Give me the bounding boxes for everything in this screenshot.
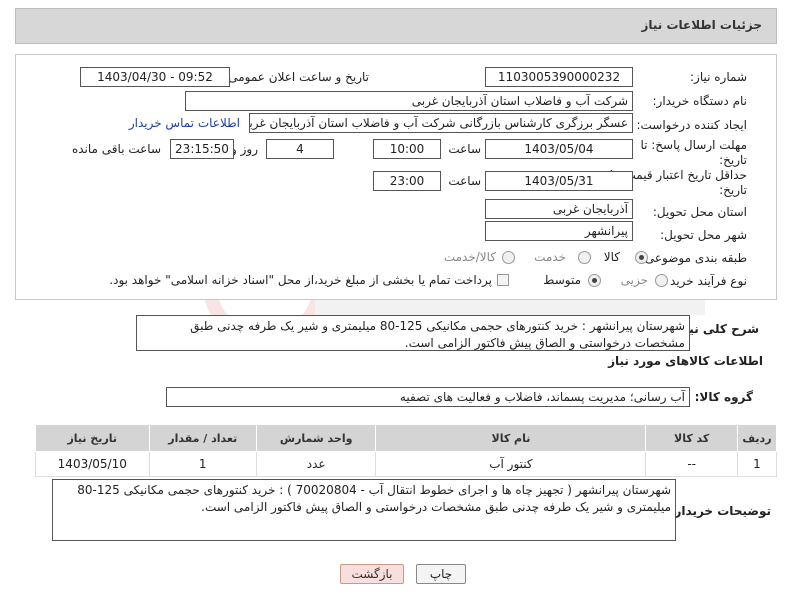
cell-item-name: کنتور آب bbox=[375, 451, 647, 477]
buyer-org-field: شرکت آب و فاضلاب استان آذربایجان غربی bbox=[185, 91, 633, 111]
creator-label: ایجاد کننده درخواست: bbox=[636, 118, 747, 132]
validity-time-field: 23:00 bbox=[373, 171, 441, 191]
buyer-notes-textarea: شهرستان پیرانشهر ( تجهیز چاه ها و اجرای … bbox=[52, 479, 676, 541]
category-radio-goods[interactable] bbox=[635, 251, 648, 264]
category-radio-service[interactable] bbox=[578, 251, 591, 264]
payment-treasury-checkbox[interactable] bbox=[497, 274, 509, 286]
col-header-quantity: تعداد / مقدار bbox=[148, 424, 257, 452]
goods-section-title: اطلاعات کالاهای مورد نیاز bbox=[608, 354, 763, 368]
cell-item-code: -- bbox=[645, 451, 738, 477]
cell-quantity: 1 bbox=[148, 451, 257, 477]
validity-time-label: ساعت bbox=[448, 174, 481, 188]
deadline-date-field: 1403/05/04 bbox=[485, 139, 633, 159]
remaining-time-label: ساعت باقی مانده bbox=[71, 142, 161, 156]
deadline-time-label: ساعت bbox=[448, 142, 481, 156]
page-title: جزئیات اطلاعات نیاز bbox=[641, 18, 762, 32]
validity-date-field: 1403/05/31 bbox=[485, 171, 633, 191]
col-header-unit: واحد شمارش bbox=[255, 424, 377, 452]
process-type-label: نوع فرآیند خرید : bbox=[662, 274, 747, 288]
category-radio-goods-service[interactable] bbox=[502, 251, 515, 264]
buyer-contact-link[interactable]: اطلاعات تماس خریدار bbox=[129, 116, 240, 130]
announce-datetime-field: 1403/04/30 - 09:52 bbox=[80, 67, 230, 87]
col-header-row-number: ردیف bbox=[736, 424, 778, 452]
province-label: استان محل تحویل: bbox=[652, 205, 747, 219]
buyer-notes-label: توضیحات خریدار: bbox=[669, 504, 771, 518]
province-field: آذربایجان غربی bbox=[485, 199, 633, 219]
page-header: جزئیات اطلاعات نیاز bbox=[15, 8, 777, 44]
city-field: پیرانشهر bbox=[485, 221, 633, 241]
col-header-item-name: نام کالا bbox=[375, 424, 647, 452]
back-button[interactable]: بازگشت bbox=[340, 564, 404, 584]
summary-textarea: شهرستان پیرانشهر : خرید کنتورهای حجمی مک… bbox=[136, 315, 690, 351]
col-header-item-code: کد کالا bbox=[645, 424, 738, 452]
announce-datetime-label: تاریخ و ساعت اعلان عمومی: bbox=[224, 70, 369, 84]
remaining-time-field: 23:15:50 bbox=[170, 139, 234, 159]
need-number-label: شماره نیاز: bbox=[690, 70, 747, 84]
days-label: روز و bbox=[231, 142, 258, 156]
process-radio-minor[interactable] bbox=[655, 274, 668, 287]
category-goods-label: کالا bbox=[603, 250, 620, 264]
goods-group-label: گروه کالا: bbox=[694, 390, 753, 404]
deadline-date-label: تاریخ: bbox=[719, 153, 747, 167]
deadline-label: مهلت ارسال پاسخ: تا bbox=[640, 138, 747, 152]
city-label: شهر محل تحویل: bbox=[660, 228, 747, 242]
items-table: ردیف کد کالا نام کالا واحد شمارش تعداد /… bbox=[35, 424, 778, 477]
buyer-org-label: نام دستگاه خریدار: bbox=[652, 94, 748, 108]
category-service-label: خدمت bbox=[534, 250, 566, 264]
process-medium-label: متوسط bbox=[543, 273, 581, 287]
category-goods-service-label: کالا/خدمت bbox=[443, 250, 496, 264]
creator-field: عسگر برزگری کارشناس بازرگانی شرکت آب و ف… bbox=[249, 113, 633, 133]
cell-unit: عدد bbox=[255, 451, 377, 477]
deadline-time-field: 10:00 bbox=[373, 139, 441, 159]
cell-need-date: 1403/05/10 bbox=[35, 451, 150, 477]
print-button[interactable]: چاپ bbox=[416, 564, 466, 584]
process-radio-medium[interactable] bbox=[588, 274, 601, 287]
validity-date-label: تاریخ: bbox=[719, 183, 747, 197]
table-row: 1 -- کنتور آب عدد 1 1403/05/10 bbox=[35, 451, 778, 477]
process-minor-label: جزیی bbox=[620, 273, 648, 287]
col-header-need-date: تاریخ نیاز bbox=[35, 424, 150, 452]
need-number-field: 1103005390000232 bbox=[485, 67, 633, 87]
category-label: طبقه بندی موضوعی: bbox=[640, 251, 747, 265]
cell-row-number: 1 bbox=[736, 451, 778, 477]
goods-group-field: آب رسانی؛ مدیریت پسماند، فاضلاب و فعالیت… bbox=[166, 387, 690, 407]
items-table-header-row: ردیف کد کالا نام کالا واحد شمارش تعداد /… bbox=[35, 424, 778, 452]
days-remaining-field: 4 bbox=[266, 139, 334, 159]
payment-treasury-note: پرداخت تمام یا بخشی از مبلغ خرید،از محل … bbox=[109, 273, 492, 287]
